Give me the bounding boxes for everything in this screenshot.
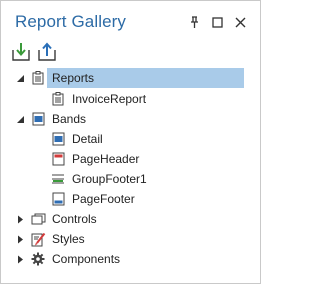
panel-header: Report Gallery [1, 1, 260, 41]
tree-item-label: Components [52, 252, 121, 266]
export-icon[interactable] [37, 42, 57, 62]
controls-icon [30, 211, 46, 227]
collapsed-arrow-icon[interactable] [16, 235, 25, 244]
tree-item-styles[interactable]: Styles [1, 229, 260, 249]
tree-item-components[interactable]: Components [1, 249, 260, 269]
tree-item-label: PageFooter [72, 192, 135, 206]
tree-item-label: GroupFooter1 [72, 172, 147, 186]
tree-item-reports[interactable]: Reports [1, 68, 260, 88]
gear-icon [30, 251, 46, 267]
close-icon[interactable] [233, 15, 248, 30]
tree-item-label: Reports [52, 71, 95, 85]
tree-item-controls[interactable]: Controls [1, 209, 260, 229]
tree-item-label: PageHeader [72, 152, 140, 166]
tree-item-label: Bands [52, 112, 87, 126]
styles-icon [30, 231, 46, 247]
tree-item-label: InvoiceReport [72, 92, 147, 106]
bands-icon [30, 111, 46, 127]
tree-item-label: Detail [72, 132, 103, 146]
tree-item-pageheader[interactable]: PageHeader [1, 149, 260, 169]
report-icon [50, 91, 66, 107]
report-gallery-panel: Report Gallery Reports InvoiceReport Ban… [0, 0, 261, 284]
pin-icon[interactable] [187, 15, 202, 30]
collapsed-arrow-icon[interactable] [16, 255, 25, 264]
panel-title: Report Gallery [15, 12, 126, 31]
tree-item-pagefooter[interactable]: PageFooter [1, 189, 260, 209]
tree-item-invoicereport[interactable]: InvoiceReport [1, 89, 260, 109]
page-footer-band-icon [50, 191, 66, 207]
tree-item-label: Styles [52, 232, 85, 246]
maximize-icon[interactable] [210, 15, 225, 30]
tree-item-detail[interactable]: Detail [1, 129, 260, 149]
tree-item-label: Controls [52, 212, 97, 226]
expanded-arrow-icon[interactable] [16, 115, 25, 124]
tree-item-bands[interactable]: Bands [1, 109, 260, 129]
detail-band-icon [50, 131, 66, 147]
window-buttons [187, 15, 248, 30]
report-icon [30, 70, 46, 86]
gallery-toolbar [11, 42, 57, 62]
collapsed-arrow-icon[interactable] [16, 215, 25, 224]
group-footer-band-icon [50, 171, 66, 187]
expanded-arrow-icon[interactable] [16, 74, 25, 83]
import-icon[interactable] [11, 42, 31, 62]
tree-item-groupfooter1[interactable]: GroupFooter1 [1, 169, 260, 189]
page-header-band-icon [50, 151, 66, 167]
